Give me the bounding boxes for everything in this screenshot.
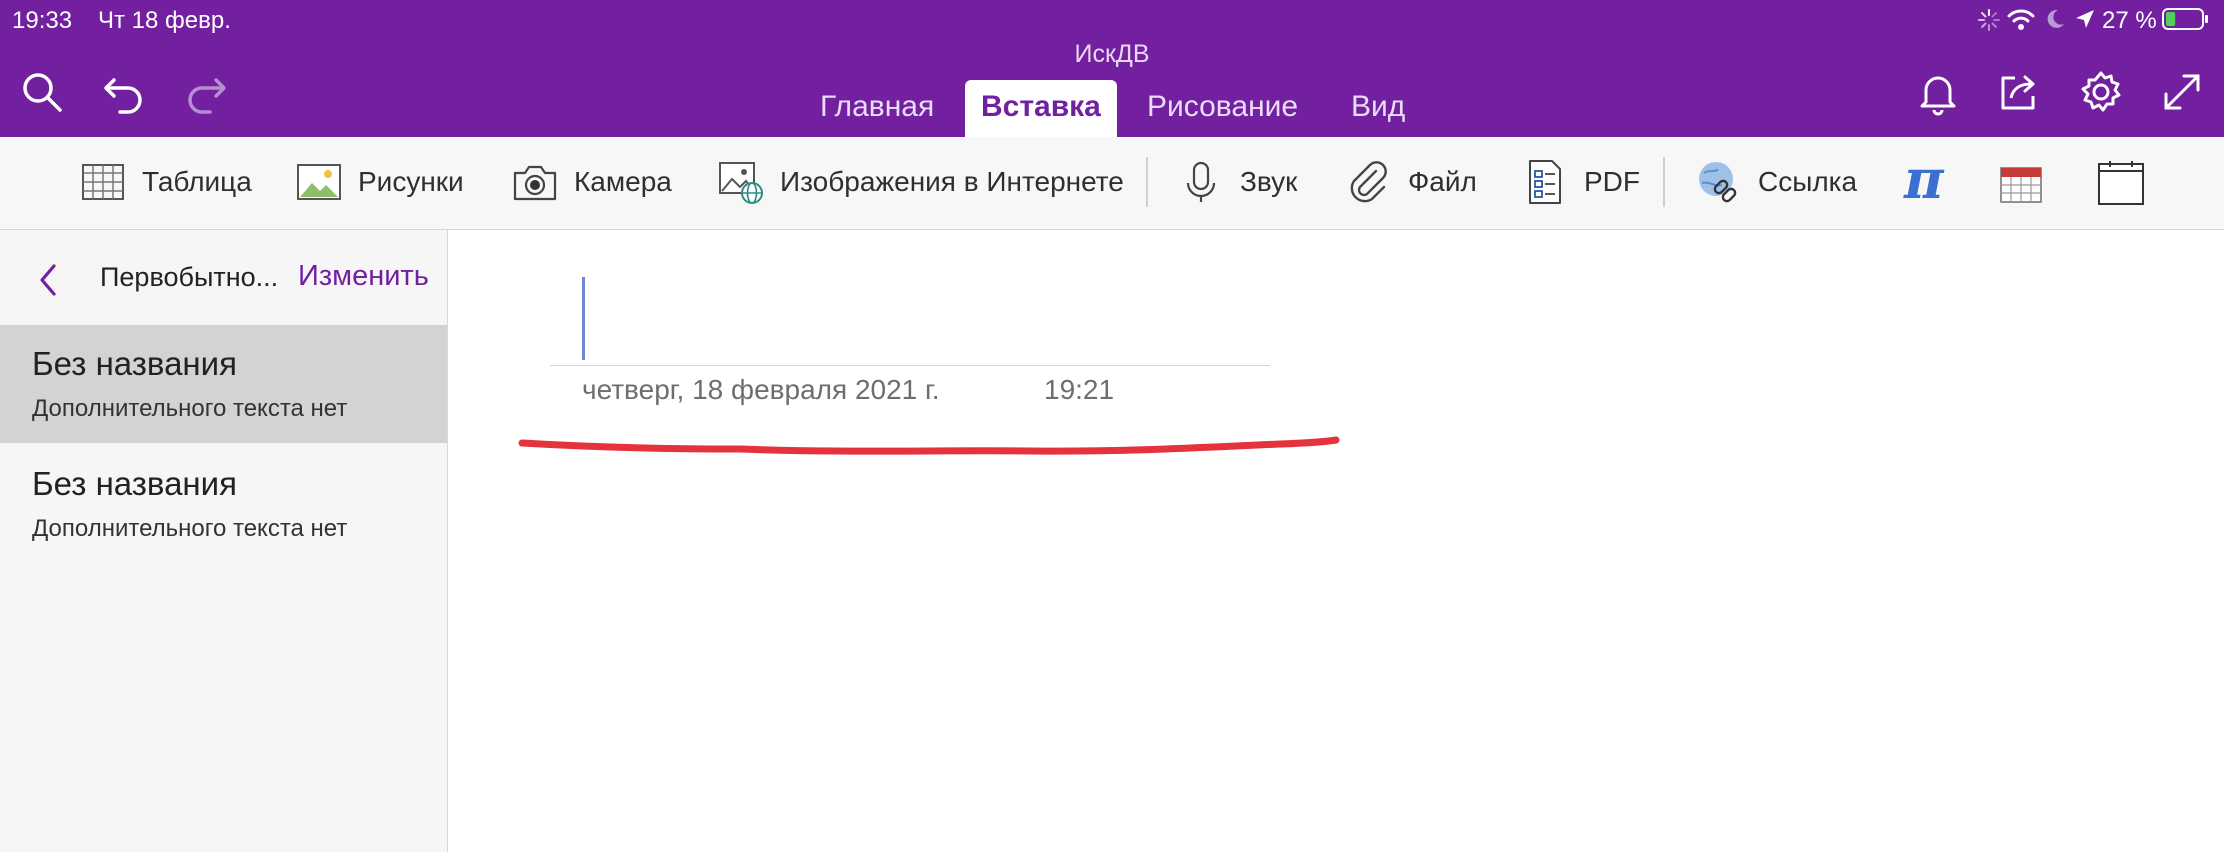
page-title: Без названия	[32, 465, 237, 502]
gear-icon[interactable]	[2077, 68, 2125, 116]
ribbon-online-images-label: Изображения в Интернете	[780, 166, 1124, 197]
page-list-sidebar: Первобытно... Изменить Без названия Допо…	[0, 230, 448, 852]
tab-home[interactable]: Главная	[820, 80, 934, 137]
top-bar: 19:33 Чт 18 февр. 27 % ИскДВ Главная Вст…	[0, 0, 2224, 137]
ribbon-link-label: Ссылка	[1758, 166, 1858, 197]
microphone-icon	[1186, 161, 1216, 202]
share-icon[interactable]	[1995, 68, 2043, 116]
ribbon-pictures-button[interactable]: Рисунки	[296, 157, 464, 207]
ribbon-table-button[interactable]: Таблица	[80, 157, 252, 207]
insert-ribbon: Таблица Рисунки Камера Изображения в Инт…	[0, 137, 2224, 230]
picture-icon	[297, 164, 341, 200]
ribbon-divider	[1146, 157, 1148, 207]
ribbon-camera-label: Камера	[574, 166, 672, 197]
ribbon-online-images-button[interactable]: Изображения в Интернете	[718, 157, 1124, 207]
page-list-item[interactable]: Без названия Дополнительного текста нет	[0, 445, 447, 563]
bell-icon[interactable]	[1914, 68, 1962, 116]
status-time: 19:33	[12, 7, 73, 34]
ribbon-link-button[interactable]: Ссылка	[1696, 157, 1857, 207]
ink-annotation-stroke	[518, 436, 1340, 455]
ribbon-pdf-label: PDF	[1584, 166, 1640, 197]
pdf-icon	[1529, 160, 1561, 204]
page-title-input[interactable]	[590, 282, 1250, 354]
page-preview: Дополнительного текста нет	[32, 395, 348, 422]
back-chevron-icon[interactable]	[34, 260, 60, 300]
tab-insert[interactable]: Вставка	[965, 80, 1117, 137]
link-icon	[1699, 162, 1737, 203]
table-icon	[82, 164, 124, 200]
search-icon[interactable]	[18, 68, 66, 116]
ribbon-file-label: Файл	[1408, 166, 1477, 197]
ribbon-divider	[1663, 157, 1665, 207]
ribbon-pdf-button[interactable]: PDF	[1522, 157, 1640, 207]
paperclip-icon	[1350, 161, 1387, 203]
activity-spinner-icon	[1978, 9, 2000, 31]
ribbon-audio-button[interactable]: Звук	[1178, 157, 1297, 207]
page-title: Без названия	[32, 345, 237, 382]
tab-view[interactable]: Вид	[1351, 80, 1405, 137]
ribbon-pictures-label: Рисунки	[358, 166, 464, 197]
edit-button[interactable]: Изменить	[298, 260, 429, 293]
moon-icon	[2047, 9, 2064, 28]
page-preview: Дополнительного текста нет	[32, 515, 348, 542]
online-image-icon	[719, 162, 763, 204]
status-date: Чт 18 февр.	[98, 7, 231, 34]
ribbon-camera-button[interactable]: Камера	[512, 157, 672, 207]
app-title: ИскДВ	[1074, 40, 1150, 68]
wifi-icon	[2007, 9, 2035, 30]
section-title: Первобытно...	[100, 262, 279, 292]
page-list-item[interactable]: Без названия Дополнительного текста нет	[0, 325, 447, 443]
title-underline	[550, 365, 1270, 366]
text-cursor	[582, 277, 585, 360]
ribbon-audio-label: Звук	[1240, 166, 1298, 197]
time-icon[interactable]	[2096, 159, 2146, 209]
redo-icon[interactable]	[182, 68, 230, 116]
page-date: четверг, 18 февраля 2021 г.	[582, 374, 940, 405]
battery-percent: 27 %	[2102, 7, 2157, 34]
battery-icon	[2162, 8, 2208, 30]
equation-icon[interactable]: π	[1904, 149, 1944, 209]
ribbon-file-button[interactable]: Файл	[1346, 157, 1477, 207]
page-time: 19:21	[1044, 374, 1115, 405]
camera-icon	[513, 165, 557, 201]
tab-draw[interactable]: Рисование	[1147, 80, 1298, 137]
ribbon-table-label: Таблица	[142, 166, 252, 197]
location-arrow-icon	[2076, 10, 2094, 28]
date-icon[interactable]	[1998, 162, 2044, 208]
undo-icon[interactable]	[100, 68, 148, 116]
expand-icon[interactable]	[2158, 68, 2206, 116]
